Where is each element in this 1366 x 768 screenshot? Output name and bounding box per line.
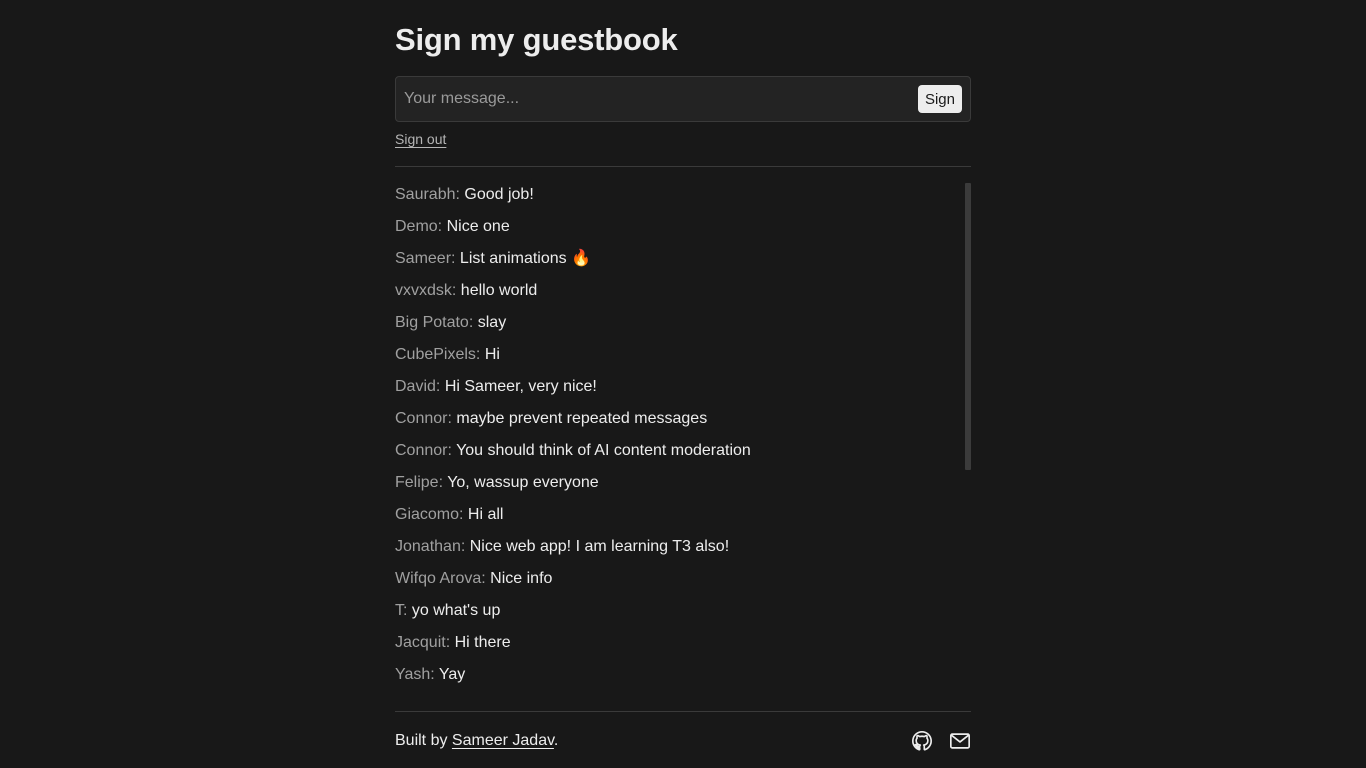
list-item: Felipe: Yo, wassup everyone bbox=[395, 471, 971, 503]
entry-author: Jonathan: bbox=[395, 538, 466, 555]
message-input[interactable] bbox=[404, 77, 904, 121]
entry-author: David: bbox=[395, 378, 441, 395]
sign-button[interactable]: Sign bbox=[917, 85, 962, 113]
guestbook-entries: Saurabh: Good job! Demo: Nice one Sameer… bbox=[395, 183, 971, 695]
entry-message: slay bbox=[477, 314, 507, 331]
entry-author: Giacomo: bbox=[395, 506, 464, 523]
footer-built-by: Built by bbox=[395, 732, 452, 749]
bottom-divider bbox=[395, 711, 971, 712]
page-title: Sign my guestbook bbox=[395, 22, 678, 57]
entry-author: Yash: bbox=[395, 666, 435, 683]
footer-period: . bbox=[553, 732, 559, 749]
entry-message: Nice info bbox=[490, 570, 553, 587]
author-link[interactable]: Sameer Jadav bbox=[452, 732, 554, 749]
list-item: Wifqo Arova: Nice info bbox=[395, 567, 971, 599]
entry-author: Demo: bbox=[395, 218, 443, 235]
entry-author: Big Potato: bbox=[395, 314, 474, 331]
entry-message: Hi bbox=[484, 346, 500, 363]
entry-message: Hi all bbox=[467, 506, 504, 523]
list-item: CubePixels: Hi bbox=[395, 343, 971, 375]
guestbook-form: Sign bbox=[395, 76, 971, 122]
entry-message: maybe prevent repeated messages bbox=[456, 410, 708, 427]
list-item: Giacomo: Hi all bbox=[395, 503, 971, 535]
entry-message: Yay bbox=[438, 666, 466, 683]
list-item: vxvxdsk: hello world bbox=[395, 279, 971, 311]
entry-author: Wifqo Arova: bbox=[395, 570, 486, 587]
list-item: Demo: Nice one bbox=[395, 215, 971, 247]
entry-message: Good job! bbox=[464, 186, 534, 203]
list-item: Jacquit: Hi there bbox=[395, 631, 971, 663]
footer-icons bbox=[899, 730, 971, 752]
entry-message: hello world bbox=[460, 282, 538, 299]
entry-author: T: bbox=[395, 602, 408, 619]
entry-message: List animations 🔥 bbox=[459, 250, 592, 267]
entry-message: Hi there bbox=[454, 634, 511, 651]
list-item: Jonathan: Nice web app! I am learning T3… bbox=[395, 535, 971, 567]
footer: Built by Sameer Jadav. bbox=[395, 729, 971, 753]
mail-icon[interactable] bbox=[949, 730, 971, 752]
list-item: T: yo what's up bbox=[395, 599, 971, 631]
entry-message: Yo, wassup everyone bbox=[447, 474, 599, 491]
entry-author: Saurabh: bbox=[395, 186, 460, 203]
entry-author: Connor: bbox=[395, 442, 452, 459]
list-item: Sameer: List animations 🔥 bbox=[395, 247, 971, 279]
entry-message: Nice web app! I am learning T3 also! bbox=[469, 538, 730, 555]
github-icon[interactable] bbox=[911, 730, 933, 752]
entry-message: Nice one bbox=[446, 218, 510, 235]
top-divider bbox=[395, 166, 971, 167]
list-item: Connor: maybe prevent repeated messages bbox=[395, 407, 971, 439]
list-item: Saurabh: Good job! bbox=[395, 183, 971, 215]
entry-author: Jacquit: bbox=[395, 634, 451, 651]
entry-author: vxvxdsk: bbox=[395, 282, 457, 299]
list-item: Big Potato: slay bbox=[395, 311, 971, 343]
entry-author: Sameer: bbox=[395, 250, 456, 267]
entry-message: yo what's up bbox=[411, 602, 501, 619]
list-item: Yash: Yay bbox=[395, 663, 971, 695]
entry-message: Hi Sameer, very nice! bbox=[444, 378, 597, 395]
entry-author: Felipe: bbox=[395, 474, 444, 491]
sign-out-link[interactable]: Sign out bbox=[395, 131, 446, 147]
entry-author: CubePixels: bbox=[395, 346, 481, 363]
entries-scrollbar[interactable] bbox=[965, 183, 971, 470]
entry-message: You should think of AI content moderatio… bbox=[456, 442, 751, 459]
entry-author: Connor: bbox=[395, 410, 452, 427]
list-item: David: Hi Sameer, very nice! bbox=[395, 375, 971, 407]
list-item: Connor: You should think of AI content m… bbox=[395, 439, 971, 471]
